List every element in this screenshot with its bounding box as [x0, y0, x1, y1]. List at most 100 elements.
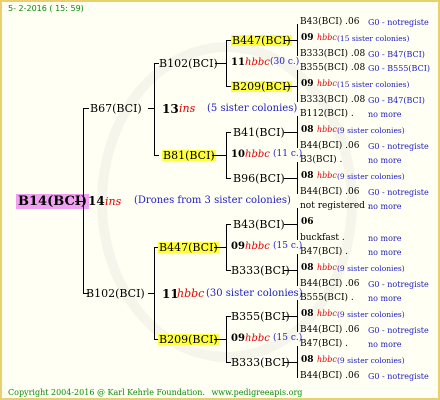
gen4-drone-number: 08 [301, 263, 314, 273]
gen4-bottom-queen[interactable]: B44(BCI) .06 [300, 326, 359, 335]
gen2-a-queen[interactable]: B102(BCI) [159, 58, 218, 69]
gen4-bottom-queen[interactable]: buckfast . [300, 234, 345, 243]
gen4-bottom-status: G0 - notregiste [368, 188, 429, 197]
gen3-queen[interactable]: B96(BCI) [233, 173, 285, 184]
gen4-top-status: no more [368, 110, 402, 119]
gen1-top-drone-number: 13 [162, 102, 179, 116]
gen2-a-drone-mark: hbbc [245, 57, 270, 68]
gen4-drone-number: 08 [301, 125, 314, 135]
gen4-drone-number: 08 [301, 171, 314, 181]
connector [148, 108, 154, 109]
gen4-bottom-status: no more [368, 234, 402, 243]
gen4-drone-number: 06 [301, 217, 314, 227]
gen4-top-status: no more [368, 340, 402, 349]
gen2-d-drone-note: (15 c.) [273, 333, 303, 343]
gen4-top-queen[interactable]: B3(BCI) . [300, 156, 342, 165]
gen4-top-status: no more [368, 156, 402, 165]
gen2-c-drone-number: 09 [231, 241, 245, 252]
connector [226, 224, 231, 225]
connector [154, 155, 159, 156]
gen3-queen[interactable]: B43(BCI) [233, 219, 285, 230]
gen2-b-queen[interactable]: B81(BCI) [162, 150, 216, 161]
connector [284, 362, 297, 363]
gen1-bottom-drone-mark: hbbc [177, 287, 205, 300]
connector [297, 162, 298, 194]
connector [297, 300, 298, 332]
gen4-drone-note: (15 sister colonies) [337, 34, 410, 43]
connector [215, 63, 226, 64]
gen2-d-queen[interactable]: B209(BCI) [158, 334, 219, 345]
gen4-bottom-status: G0 - B47(BCI) [368, 50, 425, 59]
gen4-drone-mark: hbbc [317, 309, 337, 318]
gen4-top-queen[interactable]: B112(BCI) . [300, 110, 354, 119]
connector [83, 108, 84, 294]
gen2-b-drone-number: 10 [231, 149, 245, 160]
gen3-queen[interactable]: B447(BCI) [231, 35, 292, 46]
gen4-bottom-status: G0 - notregiste [368, 372, 429, 381]
gen4-bottom-status: G0 - notregiste [368, 280, 429, 289]
gen4-top-queen[interactable]: not registered . [300, 202, 371, 211]
gen4-top-queen[interactable]: B47(BCI) . [300, 248, 348, 257]
connector [214, 339, 226, 340]
connector [297, 24, 298, 56]
gen2-c-drone-note: (15 c.) [273, 241, 303, 251]
gen2-b-drone-mark: hbbc [245, 149, 270, 160]
gen4-bottom-status: G0 - notregiste [368, 142, 429, 151]
gen4-drone-note: (9 sister colonies) [337, 126, 405, 135]
connector [154, 63, 155, 156]
gen4-top-queen[interactable]: B43(BCI) .06 [300, 18, 359, 27]
gen1-bottom-queen[interactable]: B102(BCI) [86, 288, 145, 299]
gen1-top-drone-mark: ins [179, 102, 196, 115]
gen2-c-queen[interactable]: B447(BCI) [158, 242, 219, 253]
gen4-bottom-queen[interactable]: B44(BCI) .06 [300, 280, 359, 289]
gen4-top-queen[interactable]: B47(BCI) . [300, 340, 348, 349]
connector [284, 316, 297, 317]
gen1-top-queen[interactable]: B67(BCI) [90, 103, 142, 114]
gen4-bottom-queen[interactable]: B333(BCI) .08 [300, 96, 365, 105]
gen1-bottom-drone-note: (30 sister colonies) [206, 288, 303, 299]
gen3-queen[interactable]: B333(BCI) [231, 265, 290, 276]
connector [297, 70, 298, 102]
gen4-bottom-queen[interactable]: B44(BCI) .06 [300, 188, 359, 197]
gen4-bottom-queen[interactable]: B44(BCI) .06 [300, 372, 359, 381]
gen2-d-drone-number: 09 [231, 333, 245, 344]
gen4-bottom-queen[interactable]: B44(BCI) .06 [300, 142, 359, 151]
gen4-drone-note: (9 sister colonies) [337, 172, 405, 181]
connector [154, 247, 155, 340]
connector [284, 178, 297, 179]
gen4-top-status: no more [368, 202, 402, 211]
gen4-top-status: no more [368, 294, 402, 303]
gen2-b-drone-note: (11 c.) [273, 149, 303, 159]
gen4-bottom-status: G0 - B47(BCI) [368, 96, 425, 105]
connector [226, 132, 231, 133]
copyright-site[interactable]: www.pedigreeapis.org [211, 388, 302, 397]
connector [297, 208, 298, 240]
gen4-top-queen[interactable]: B355(BCI) .08 [300, 64, 365, 73]
root-drone-note: (Drones from 3 sister colonies) [134, 195, 291, 206]
connector [226, 316, 227, 363]
connector [212, 155, 226, 156]
root-drone-mark: ins [105, 195, 122, 208]
date-stamp: 5- 2-2016 ( 15: 59) [8, 4, 84, 13]
connector [284, 224, 297, 225]
gen1-top-drone-note: (5 sister colonies) [207, 103, 298, 114]
gen4-bottom-queen[interactable]: B333(BCI) .08 [300, 50, 365, 59]
gen3-queen[interactable]: B209(BCI) [231, 81, 292, 92]
gen4-drone-mark: hbbc [317, 355, 337, 364]
gen4-drone-mark: hbbc [317, 171, 337, 180]
connector [226, 178, 231, 179]
gen4-top-status: G0 - B555(BCI) [368, 64, 430, 73]
connector [226, 132, 227, 179]
gen4-drone-mark: hbbc [317, 125, 337, 134]
gen2-c-drone-mark: hbbc [245, 241, 270, 252]
gen4-top-queen[interactable]: B555(BCI) . [300, 294, 354, 303]
gen4-drone-number: 09 [301, 79, 314, 89]
gen3-queen[interactable]: B333(BCI) [231, 357, 290, 368]
gen3-queen[interactable]: B41(BCI) [233, 127, 285, 138]
connector [297, 346, 298, 378]
gen4-drone-note: (15 sister colonies) [337, 80, 410, 89]
connector [226, 224, 227, 271]
gen3-queen[interactable]: B355(BCI) [231, 311, 290, 322]
gen4-drone-note: (9 sister colonies) [337, 264, 405, 273]
gen4-top-status: G0 - notregiste [368, 18, 429, 27]
